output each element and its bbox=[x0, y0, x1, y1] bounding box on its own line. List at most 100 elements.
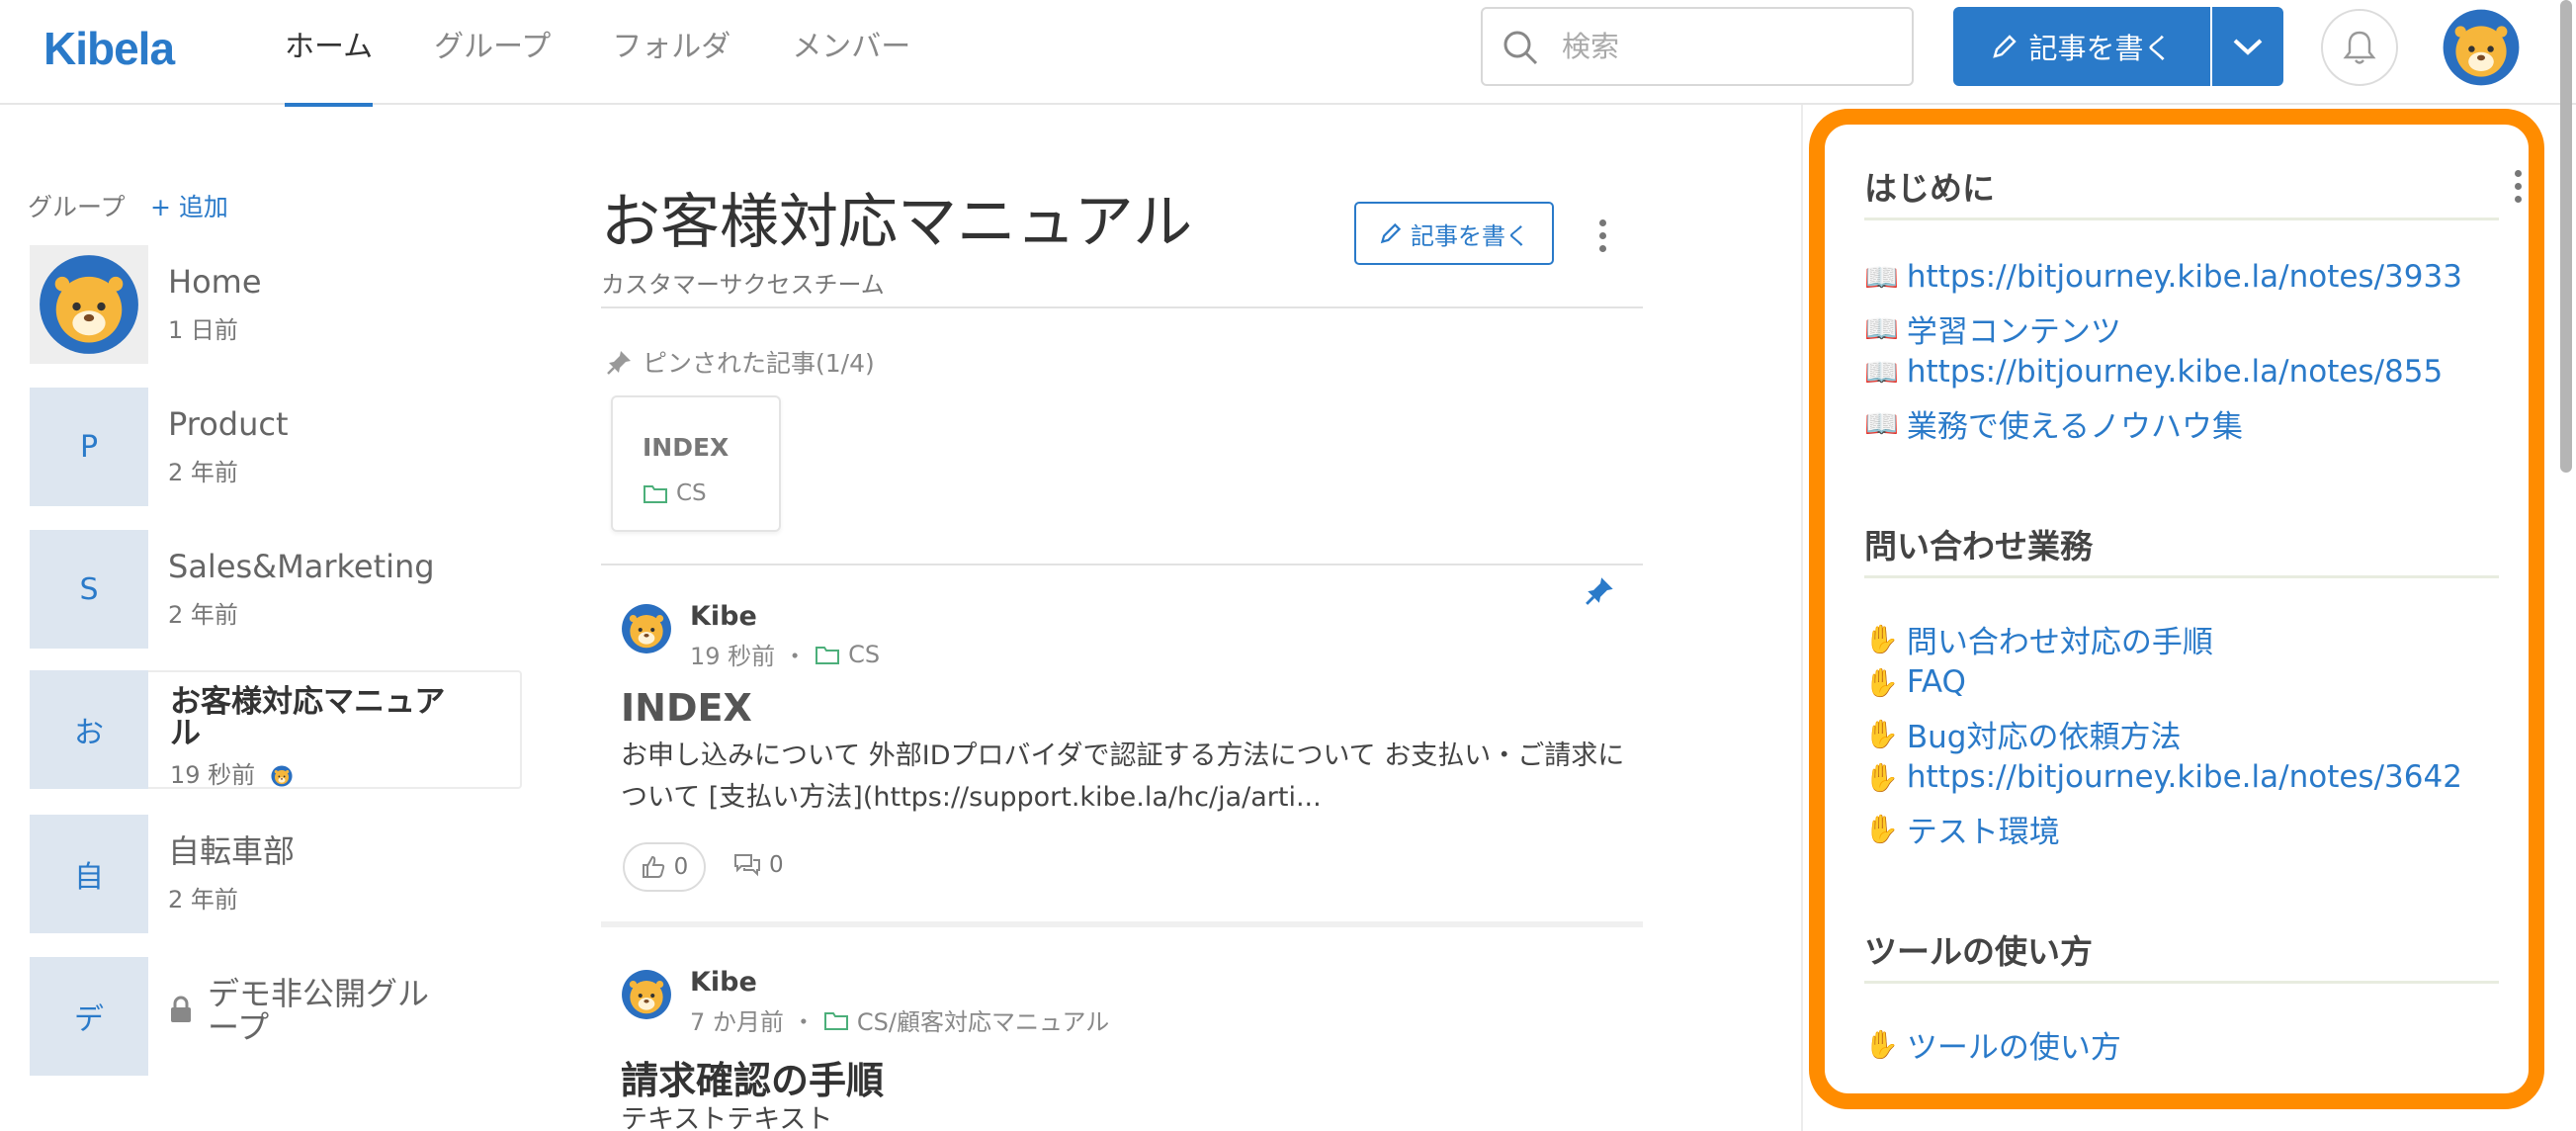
kibela-logo[interactable]: Kibela bbox=[43, 22, 175, 75]
like-button[interactable]: 0 bbox=[623, 842, 706, 892]
book-icon: 📖 bbox=[1864, 355, 1899, 389]
sidebar-item-customer-manual[interactable]: お お客様対応マニュアル 19 秒前 bbox=[30, 670, 522, 789]
add-group-link[interactable]: + 追加 bbox=[150, 188, 228, 223]
main-nav: ホーム グループ フォルダ メンバー bbox=[285, 0, 972, 107]
sidebar-item-private-demo[interactable]: デ デモ非公開グループ bbox=[30, 957, 522, 1076]
hand-icon: ✋ bbox=[1864, 1028, 1899, 1061]
post-excerpt: テキストテキスト bbox=[621, 1104, 833, 1131]
hand-icon: ✋ bbox=[1864, 760, 1899, 794]
post-title[interactable]: INDEX bbox=[621, 686, 752, 730]
panel-link[interactable]: ✋ https://bitjourney.kibe.la/notes/3642 bbox=[1864, 759, 2462, 795]
panel-link[interactable]: 📖 業務で使えるノウハウ集 bbox=[1864, 401, 2243, 446]
author-avatar[interactable] bbox=[621, 603, 672, 654]
search-icon bbox=[1503, 31, 1538, 65]
lock-icon bbox=[171, 996, 191, 1022]
link-text: ツールの使い方 bbox=[1906, 1030, 2121, 1066]
sidebar-groups-title: グループ bbox=[28, 193, 126, 221]
sidebar-item-home[interactable]: Home 1 日前 bbox=[30, 245, 522, 364]
section-rule bbox=[1864, 981, 2499, 984]
search-box[interactable] bbox=[1481, 7, 1914, 86]
sidebar-item-bicycle[interactable]: 自 自転車部 2 年前 bbox=[30, 815, 522, 933]
post-time: 19 秒前 bbox=[690, 643, 776, 670]
group-thumb: お bbox=[30, 670, 148, 789]
panel-more-options-icon[interactable] bbox=[2515, 170, 2523, 209]
group-thumb-home bbox=[30, 245, 148, 364]
folder-name: CS bbox=[676, 480, 707, 506]
page-title: お客様対応マニュアル bbox=[601, 188, 1193, 257]
group-name: Home bbox=[168, 263, 262, 301]
nav-folders[interactable]: フォルダ bbox=[612, 0, 730, 105]
panel-link[interactable]: ✋ Bug対応の依頼方法 bbox=[1864, 712, 2181, 756]
pinned-card-title: INDEX bbox=[643, 433, 730, 462]
pinned-marker-icon[interactable] bbox=[1586, 575, 1615, 605]
link-text: https://bitjourney.kibe.la/notes/855 bbox=[1906, 354, 2444, 390]
group-name: Product bbox=[168, 405, 289, 443]
panel-link[interactable]: 📖 学習コンテンツ bbox=[1864, 306, 2121, 351]
sidebar-item-product[interactable]: P Product 2 年前 bbox=[30, 388, 522, 506]
nav-groups[interactable]: グループ bbox=[434, 0, 551, 105]
notification-button[interactable] bbox=[2321, 9, 2398, 86]
group-thumb: 自 bbox=[30, 815, 148, 933]
hand-icon: ✋ bbox=[1864, 623, 1899, 655]
link-text: Bug対応の依頼方法 bbox=[1906, 720, 2182, 755]
link-text: https://bitjourney.kibe.la/notes/3933 bbox=[1906, 259, 2462, 295]
comment-button[interactable]: 0 bbox=[733, 852, 784, 878]
group-write-button[interactable]: 記事を書く bbox=[1354, 202, 1554, 265]
more-options-icon[interactable] bbox=[1599, 219, 1607, 258]
hand-icon: ✋ bbox=[1864, 718, 1899, 750]
panel-link[interactable]: 📖 https://bitjourney.kibe.la/notes/3933 bbox=[1864, 259, 2462, 295]
lion-illustration-icon bbox=[38, 253, 140, 356]
bell-icon bbox=[2343, 31, 2376, 64]
post-folder[interactable]: CS bbox=[848, 641, 880, 668]
panel-link[interactable]: ✋ FAQ bbox=[1864, 664, 1966, 700]
panel-link[interactable]: ✋ テスト環境 bbox=[1864, 807, 2060, 851]
pinned-articles-label: ピンされた記事(1/4) bbox=[607, 344, 875, 380]
post-author[interactable]: Kibe bbox=[690, 601, 757, 632]
section-title-tools: ツールの使い方 bbox=[1864, 932, 2093, 971]
link-text: 問い合わせ対応の手順 bbox=[1906, 625, 2213, 660]
post-author[interactable]: Kibe bbox=[690, 967, 757, 998]
post-title[interactable]: 請求確認の手順 bbox=[621, 1050, 884, 1104]
page-scrollbar[interactable] bbox=[2560, 0, 2572, 473]
right-panel-border bbox=[1801, 105, 1803, 1131]
nav-members[interactable]: メンバー bbox=[792, 0, 910, 105]
user-avatar[interactable] bbox=[2442, 8, 2521, 87]
link-text: https://bitjourney.kibe.la/notes/3642 bbox=[1906, 759, 2462, 795]
group-time: 1 日前 bbox=[168, 316, 238, 344]
panel-link[interactable]: ✋ ツールの使い方 bbox=[1864, 1022, 2121, 1067]
pencil-icon bbox=[1993, 35, 2018, 58]
group-time: 19 秒前 bbox=[170, 755, 293, 790]
sidebar-item-sales[interactable]: S Sales&Marketing 2 年前 bbox=[30, 530, 522, 649]
link-text: FAQ bbox=[1906, 664, 1966, 700]
write-article-button[interactable]: 記事を書く bbox=[1953, 7, 2210, 86]
book-icon: 📖 bbox=[1864, 407, 1899, 440]
panel-link[interactable]: 📖 https://bitjourney.kibe.la/notes/855 bbox=[1864, 354, 2443, 390]
group-name: Sales&Marketing bbox=[168, 548, 435, 585]
book-icon: 📖 bbox=[1864, 260, 1899, 294]
search-input[interactable] bbox=[1562, 19, 1898, 74]
section-rule bbox=[1864, 575, 2499, 578]
group-thumb: デ bbox=[30, 957, 148, 1076]
chevron-down-icon bbox=[2233, 39, 2263, 55]
group-thumb: P bbox=[30, 388, 148, 506]
panel-link[interactable]: ✋ 問い合わせ対応の手順 bbox=[1864, 617, 2213, 661]
write-dropdown-button[interactable] bbox=[2212, 7, 2283, 86]
nav-home[interactable]: ホーム bbox=[285, 0, 374, 107]
write-article-label: 記事を書く bbox=[2028, 32, 2173, 65]
comment-icon bbox=[734, 854, 760, 877]
pin-icon bbox=[607, 351, 631, 375]
thumbs-up-icon bbox=[642, 855, 664, 878]
top-header: Kibela ホーム グループ フォルダ メンバー 記事を書く bbox=[0, 0, 2576, 107]
folder-icon bbox=[644, 485, 667, 503]
divider bbox=[601, 921, 1643, 927]
pinned-card-index[interactable]: INDEX CS bbox=[611, 395, 781, 532]
folder-icon bbox=[816, 646, 840, 664]
group-thumb: S bbox=[30, 530, 148, 649]
author-avatar[interactable] bbox=[621, 969, 672, 1020]
post-folder[interactable]: CS/顧客対応マニュアル bbox=[857, 1002, 1109, 1037]
group-name-text: デモ非公開グループ bbox=[208, 975, 430, 1046]
group-time-text: 19 秒前 bbox=[170, 761, 256, 789]
pinned-card-folder: CS bbox=[643, 480, 707, 506]
divider bbox=[601, 564, 1643, 566]
hand-icon: ✋ bbox=[1864, 665, 1899, 699]
